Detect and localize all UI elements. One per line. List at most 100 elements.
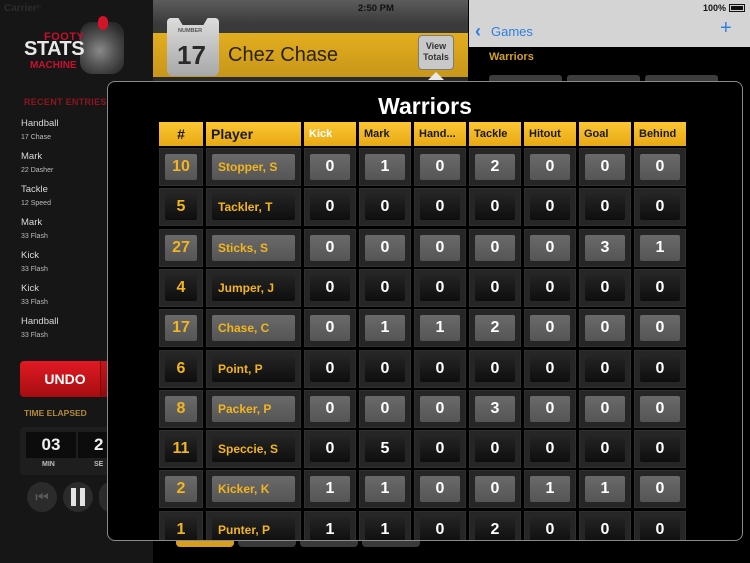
- stat-cell-mark[interactable]: 1: [359, 309, 411, 348]
- stat-cell-handball[interactable]: 0: [414, 430, 466, 469]
- stat-cell-goal[interactable]: 0: [579, 188, 631, 227]
- stat-cell-goal[interactable]: 1: [579, 470, 631, 509]
- view-totals-button[interactable]: View Totals: [418, 35, 454, 70]
- player-number-cell[interactable]: 8: [159, 389, 203, 428]
- stat-cell-handball[interactable]: 0: [414, 228, 466, 267]
- column-header-handball[interactable]: Hand...: [414, 122, 466, 146]
- player-name-cell[interactable]: Speccie, S: [206, 430, 301, 469]
- add-icon[interactable]: +: [720, 17, 732, 40]
- stat-cell-handball[interactable]: 0: [414, 510, 466, 540]
- stat-cell-tackle[interactable]: 2: [469, 148, 521, 186]
- stat-cell-goal[interactable]: 0: [579, 268, 631, 307]
- stat-cell-goal[interactable]: 0: [579, 430, 631, 469]
- bottom-tab[interactable]: [362, 540, 420, 547]
- stat-cell-tackle[interactable]: 2: [469, 309, 521, 348]
- player-name-cell[interactable]: Chase, C: [206, 309, 301, 348]
- stat-cell-hitout[interactable]: 0: [524, 430, 576, 469]
- stat-cell-mark[interactable]: 1: [359, 470, 411, 509]
- player-number-cell[interactable]: 2: [159, 470, 203, 509]
- stat-cell-hitout[interactable]: 0: [524, 510, 576, 540]
- stat-cell-tackle[interactable]: 0: [469, 188, 521, 227]
- stat-cell-behind[interactable]: 0: [634, 309, 686, 348]
- stat-cell-hitout[interactable]: 0: [524, 268, 576, 307]
- stat-cell-tackle[interactable]: 0: [469, 268, 521, 307]
- stat-cell-mark[interactable]: 0: [359, 188, 411, 227]
- stat-cell-behind[interactable]: 0: [634, 148, 686, 186]
- stat-cell-hitout[interactable]: 0: [524, 389, 576, 428]
- player-name-cell[interactable]: Stopper, S: [206, 148, 301, 186]
- stat-cell-mark[interactable]: 1: [359, 148, 411, 186]
- player-name-cell[interactable]: Jumper, J: [206, 268, 301, 307]
- player-name-cell[interactable]: Packer, P: [206, 389, 301, 428]
- stat-cell-kick[interactable]: 0: [304, 268, 356, 307]
- stat-cell-handball[interactable]: 0: [414, 268, 466, 307]
- player-name-cell[interactable]: Tackler, T: [206, 188, 301, 227]
- column-header-behind[interactable]: Behind: [634, 122, 686, 146]
- player-number-cell[interactable]: 1: [159, 510, 203, 540]
- stat-cell-behind[interactable]: 0: [634, 510, 686, 540]
- player-number-cell[interactable]: 17: [159, 309, 203, 348]
- column-header-hitout[interactable]: Hitout: [524, 122, 576, 146]
- column-header-hash[interactable]: #: [159, 122, 203, 146]
- stat-cell-handball[interactable]: 0: [414, 470, 466, 509]
- stat-cell-tackle[interactable]: 2: [469, 510, 521, 540]
- back-chevron-icon[interactable]: ‹: [475, 21, 481, 42]
- stat-cell-goal[interactable]: 3: [579, 228, 631, 267]
- stat-cell-behind[interactable]: 1: [634, 228, 686, 267]
- stat-cell-behind[interactable]: 0: [634, 188, 686, 227]
- stat-cell-hitout[interactable]: 0: [524, 228, 576, 267]
- stat-cell-mark[interactable]: 0: [359, 389, 411, 428]
- stat-cell-tackle[interactable]: 0: [469, 430, 521, 469]
- rewind-button[interactable]: ⏮: [27, 482, 57, 512]
- stat-cell-mark[interactable]: 0: [359, 349, 411, 388]
- stat-cell-handball[interactable]: 1: [414, 309, 466, 348]
- column-header-kick[interactable]: Kick: [304, 122, 356, 146]
- stat-cell-behind[interactable]: 0: [634, 470, 686, 509]
- column-header-mark[interactable]: Mark: [359, 122, 411, 146]
- player-number-cell[interactable]: 4: [159, 268, 203, 307]
- player-number-cell[interactable]: 27: [159, 228, 203, 267]
- stat-cell-goal[interactable]: 0: [579, 349, 631, 388]
- stat-cell-goal[interactable]: 0: [579, 510, 631, 540]
- stat-cell-goal[interactable]: 0: [579, 148, 631, 186]
- bottom-tab-active[interactable]: [176, 540, 234, 547]
- stat-cell-handball[interactable]: 0: [414, 148, 466, 186]
- player-name-cell[interactable]: Kicker, K: [206, 470, 301, 509]
- player-number-cell[interactable]: 10: [159, 148, 203, 186]
- stat-cell-hitout[interactable]: 0: [524, 309, 576, 348]
- player-number-cell[interactable]: 5: [159, 188, 203, 227]
- stat-cell-goal[interactable]: 0: [579, 309, 631, 348]
- stat-cell-kick[interactable]: 0: [304, 430, 356, 469]
- stat-cell-hitout[interactable]: 1: [524, 470, 576, 509]
- stat-cell-tackle[interactable]: 0: [469, 228, 521, 267]
- stat-cell-tackle[interactable]: 0: [469, 470, 521, 509]
- stat-cell-kick[interactable]: 0: [304, 309, 356, 348]
- player-number-cell[interactable]: 6: [159, 349, 203, 388]
- stat-cell-kick[interactable]: 0: [304, 349, 356, 388]
- stat-cell-behind[interactable]: 0: [634, 430, 686, 469]
- player-name-cell[interactable]: Point, P: [206, 349, 301, 388]
- player-number-cell[interactable]: 11: [159, 430, 203, 469]
- column-header-player[interactable]: Player: [206, 122, 301, 146]
- stat-cell-kick[interactable]: 0: [304, 188, 356, 227]
- stat-cell-mark[interactable]: 5: [359, 430, 411, 469]
- stat-cell-hitout[interactable]: 0: [524, 188, 576, 227]
- bottom-tab[interactable]: [238, 540, 296, 547]
- stat-cell-kick[interactable]: 1: [304, 470, 356, 509]
- stat-cell-kick[interactable]: 0: [304, 228, 356, 267]
- back-games-button[interactable]: Games: [491, 24, 533, 39]
- stat-cell-behind[interactable]: 0: [634, 268, 686, 307]
- bottom-tab[interactable]: [300, 540, 358, 547]
- column-header-goal[interactable]: Goal: [579, 122, 631, 146]
- stat-cell-hitout[interactable]: 0: [524, 349, 576, 388]
- stat-cell-handball[interactable]: 0: [414, 349, 466, 388]
- stat-cell-tackle[interactable]: 3: [469, 389, 521, 428]
- player-name-cell[interactable]: Punter, P: [206, 510, 301, 540]
- stat-cell-goal[interactable]: 0: [579, 389, 631, 428]
- stat-cell-mark[interactable]: 1: [359, 510, 411, 540]
- stat-cell-tackle[interactable]: 0: [469, 349, 521, 388]
- undo-button[interactable]: UNDO: [20, 361, 110, 397]
- stat-cell-hitout[interactable]: 0: [524, 148, 576, 186]
- stat-cell-kick[interactable]: 1: [304, 510, 356, 540]
- stat-cell-handball[interactable]: 0: [414, 188, 466, 227]
